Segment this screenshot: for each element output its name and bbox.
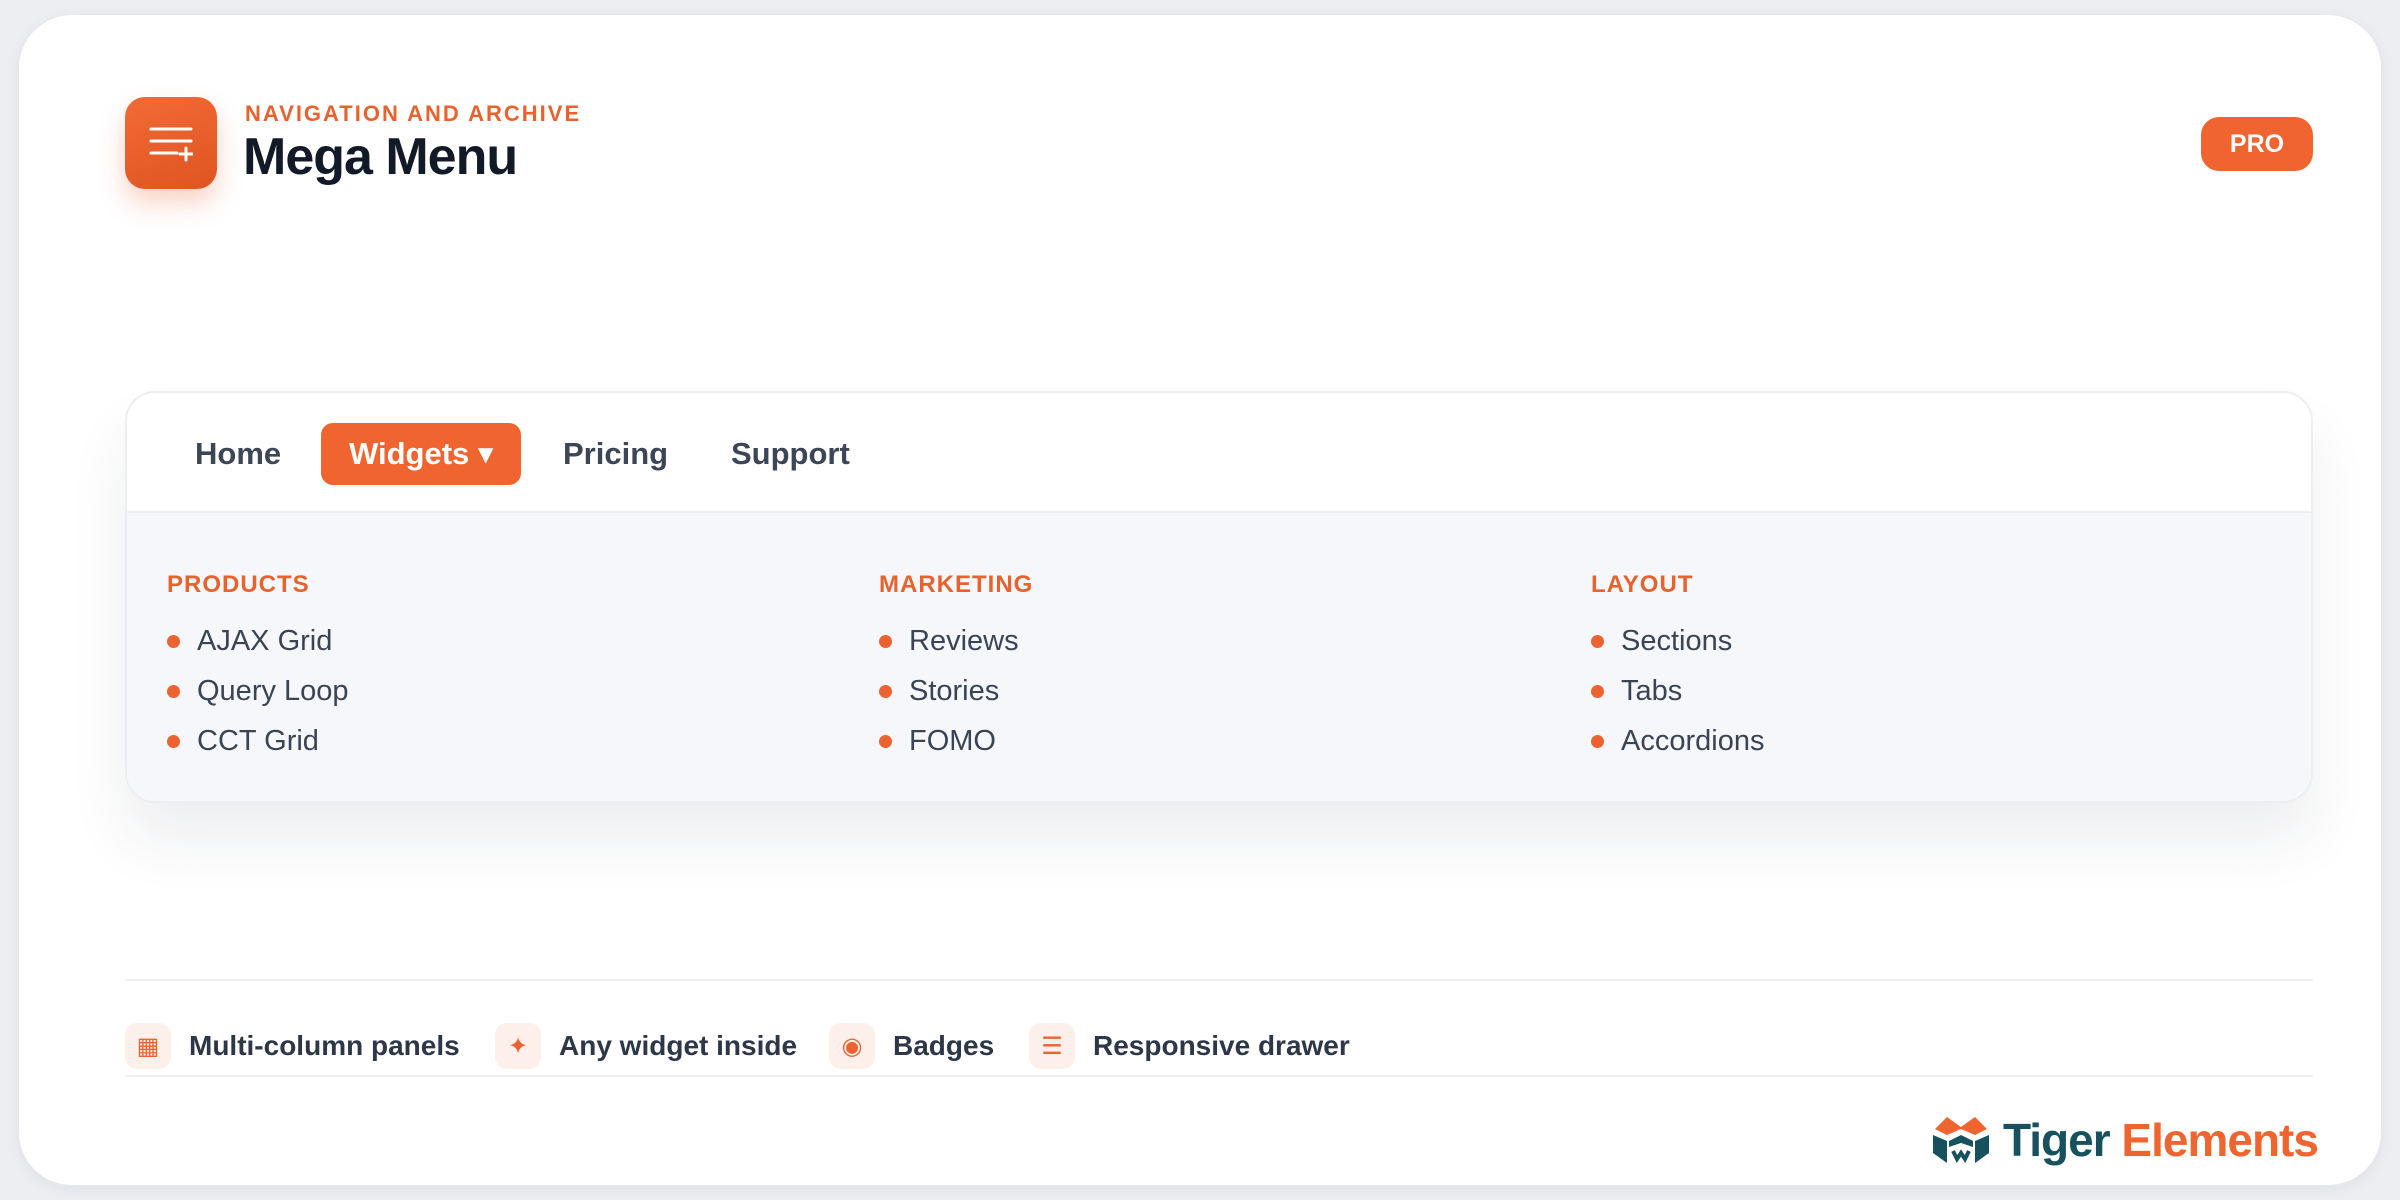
bullet-icon: [879, 684, 892, 698]
drawer-icon: ☰: [1029, 1023, 1075, 1069]
divider: [125, 1075, 2313, 1077]
nav-item-widgets[interactable]: Widgets ▾: [321, 423, 522, 485]
badge-icon: ◉: [829, 1023, 875, 1069]
menu-link[interactable]: Sections: [1591, 621, 1732, 661]
feature-responsive-drawer: ☰ Responsive drawer: [1029, 1021, 1350, 1071]
feature-label: Badges: [893, 1030, 995, 1061]
feature-label: Multi-column panels: [189, 1030, 460, 1061]
bullet-icon: [167, 734, 180, 748]
menu-link[interactable]: CCT Grid: [167, 721, 319, 761]
bullet-icon: [167, 684, 180, 698]
feature-badges: ◉ Badges: [829, 1021, 994, 1071]
bullet-icon: [1591, 684, 1604, 698]
nav-bar: Home Widgets ▾ Pricing Support: [127, 393, 2311, 513]
bullet-icon: [167, 634, 180, 648]
column-title-marketing: MARKETING: [879, 571, 1034, 598]
bullet-icon: [879, 634, 892, 648]
menu-link[interactable]: Accordions: [1591, 721, 1764, 761]
bullet-icon: [1591, 734, 1604, 748]
bullet-icon: [1591, 634, 1604, 648]
brand-name-elements: Elements: [2121, 1114, 2319, 1166]
menu-plus-icon: [125, 97, 217, 189]
page-eyebrow: NAVIGATION AND ARCHIVE: [245, 101, 582, 126]
nav-item-home[interactable]: Home: [195, 423, 281, 485]
menu-link[interactable]: Reviews: [879, 621, 1019, 661]
mega-menu: Home Widgets ▾ Pricing Support PRODUCTS …: [125, 391, 2313, 803]
menu-link[interactable]: Stories: [879, 671, 999, 711]
menu-link[interactable]: AJAX Grid: [167, 621, 332, 661]
column-title-layout: LAYOUT: [1591, 571, 1694, 598]
feature-label: Any widget inside: [559, 1030, 798, 1061]
nav-item-support[interactable]: Support: [731, 423, 850, 485]
dropdown-panel: PRODUCTS AJAX Grid Query Loop CCT Grid M…: [127, 513, 2311, 801]
sparkle-icon: ✦: [495, 1023, 541, 1069]
menu-link[interactable]: Query Loop: [167, 671, 349, 711]
menu-link[interactable]: FOMO: [879, 721, 996, 761]
feature-any-widget: ✦ Any widget inside: [495, 1021, 797, 1071]
tiger-logo-icon: [1933, 1117, 1989, 1163]
feature-label: Responsive drawer: [1093, 1030, 1350, 1061]
nav-item-pricing[interactable]: Pricing: [563, 423, 668, 485]
divider: [125, 979, 2313, 981]
brand-logo: Tiger Elements: [1931, 1107, 2319, 1173]
pro-badge: PRO: [2201, 117, 2313, 171]
page-title: Mega Menu: [243, 128, 518, 186]
bullet-icon: [879, 734, 892, 748]
menu-link[interactable]: Tabs: [1591, 671, 1682, 711]
brand-name-tiger: Tiger: [2003, 1114, 2111, 1166]
feature-multi-column: ▦ Multi-column panels: [125, 1021, 460, 1071]
grid-icon: ▦: [125, 1023, 171, 1069]
main-card: NAVIGATION AND ARCHIVE Mega Menu PRO Hom…: [18, 14, 2382, 1186]
column-title-products: PRODUCTS: [167, 571, 310, 598]
